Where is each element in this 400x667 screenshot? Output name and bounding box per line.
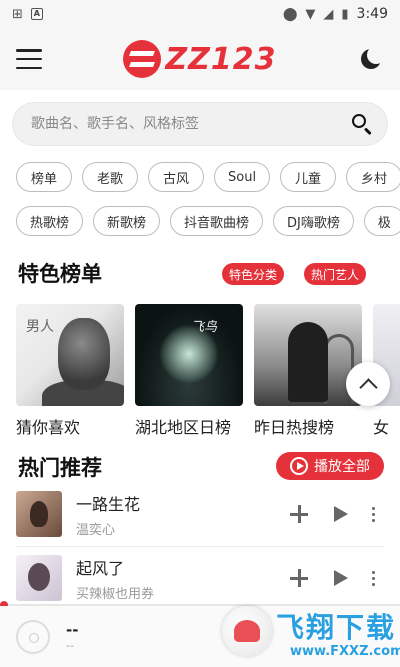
add-to-playlist-plus-icon[interactable] [284,563,314,593]
tag-chip[interactable]: 极 [363,206,400,236]
logo-text: ZZ123 [165,41,277,77]
wifi-icon: ▼ [305,6,316,22]
search-bar[interactable] [12,102,388,146]
playlist-card[interactable]: 飞鸟 湖北地区日榜 [135,304,243,442]
play-all-button[interactable]: 播放全部 [276,452,384,480]
dark-mode-moon-icon[interactable] [358,46,385,72]
clock: 3:49 [356,6,388,22]
signal-icon: ◢ [323,6,334,22]
scroll-to-top-chevron-up-icon[interactable] [346,362,390,406]
playlist-card[interactable]: 男人 猜你喜欢 [16,304,124,442]
tag-chip[interactable]: 儿童 [280,162,337,192]
playlist-card-name: 女 [373,418,390,437]
playlist-card[interactable]: 昨日热搜榜 [254,304,362,442]
now-playing-subtitle: -- [66,639,74,652]
cover-text: 飞鸟 [191,320,218,335]
status-bar: ⊞ A ⬤ ▼ ◢ ▮ 3:49 [0,0,400,28]
song-artist: 买辣椒也用券 [76,586,155,602]
hot-section-title: 热门推荐 [18,456,102,480]
song-thumbnail [16,555,62,601]
playlist-card-name: 湖北地区日榜 [135,418,232,437]
play-all-label: 播放全部 [314,459,370,475]
play-icon[interactable] [324,499,354,529]
logo-mark-icon [123,40,162,78]
album-disc-icon [16,619,50,654]
watermark-logo-icon [222,606,272,656]
tag-chip[interactable]: 老歌 [82,162,138,192]
playlist-cover-image: 男人 [16,304,124,406]
app-header: ZZ123 [0,28,400,90]
tag-chip[interactable]: Soul [214,162,271,192]
play-icon[interactable] [324,563,354,593]
tag-chip[interactable]: 热歌榜 [16,206,84,236]
divider [16,546,384,547]
watermark-url: www.FXXZ.com [290,644,400,659]
featured-category-button[interactable]: 特色分类 [222,263,285,285]
song-title: 一路生花 [76,494,141,514]
search-input[interactable] [31,116,351,132]
song-title: 起风了 [76,558,125,578]
tag-chip[interactable]: 抖音歌曲榜 [170,206,264,236]
watermark-text: 飞翔下载 [276,611,397,644]
grid-icon: ⊞ [12,6,23,22]
chart-tag-row: 热歌榜 新歌榜 抖音歌曲榜 DJ嗨歌榜 极 [16,206,400,238]
song-artist: 温奕心 [76,522,116,538]
playlist-card-name: 昨日热搜榜 [254,418,335,437]
now-playing-title: -- [66,621,79,639]
playlist-cover-image [254,304,362,406]
more-options-icon[interactable] [358,563,388,593]
tag-chip[interactable]: 新歌榜 [93,206,161,236]
tag-chip[interactable]: DJ嗨歌榜 [273,206,354,236]
play-circle-icon [290,457,308,475]
watermark: 飞翔下载 www.FXXZ.com [216,600,400,667]
genre-tag-row: 榜单 老歌 古风 Soul 儿童 乡村 [16,162,400,194]
song-row[interactable]: 起风了 买辣椒也用券 [16,554,388,602]
tag-chip[interactable]: 乡村 [346,162,400,192]
featured-section-title: 特色榜单 [18,262,102,286]
search-icon[interactable] [351,113,373,136]
add-to-playlist-plus-icon[interactable] [284,499,314,529]
featured-cards-carousel[interactable]: 男人 猜你喜欢 飞鸟 湖北地区日榜 昨日热搜榜 女 [16,304,400,442]
hamburger-menu-icon[interactable] [16,49,42,69]
playlist-card-name: 猜你喜欢 [16,418,81,437]
playlist-cover-image: 飞鸟 [135,304,243,406]
notification-a-icon: A [30,8,43,20]
song-row[interactable]: 一路生花 温奕心 [16,490,388,538]
battery-icon: ▮ [341,6,349,22]
popular-artists-button[interactable]: 热门艺人 [304,263,367,285]
tag-chip[interactable]: 古风 [148,162,204,192]
more-options-icon[interactable] [358,499,388,529]
tag-chip[interactable]: 榜单 [16,162,72,192]
location-icon: ⬤ [282,6,298,22]
app-logo: ZZ123 [123,40,276,78]
cover-text: 男人 [26,319,54,335]
song-thumbnail [16,491,62,537]
